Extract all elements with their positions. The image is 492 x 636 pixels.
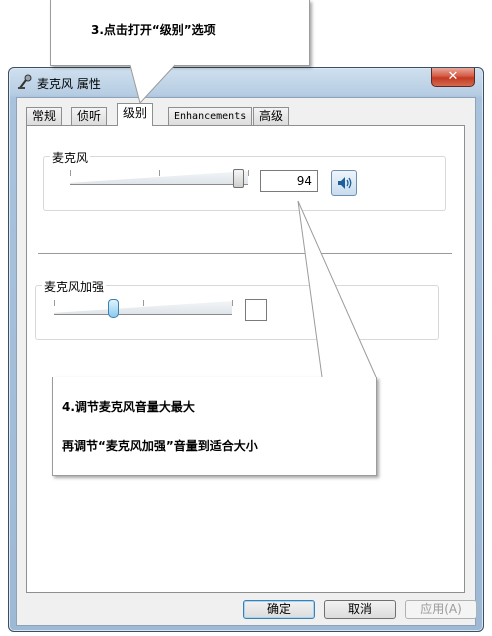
- apply-button-label: 应用(A): [420, 602, 462, 616]
- tab-label: 级别: [123, 106, 148, 120]
- microphone-label: 麦克风: [50, 149, 91, 166]
- callout-step3-text: 3.点击打开“级别”选项: [91, 23, 216, 37]
- slider-tick: [159, 170, 160, 176]
- microphone-icon: [18, 74, 32, 89]
- callout-step4: 4.调节麦克风音量大最大 再调节“麦克风加强”音量到适合大小: [52, 377, 377, 476]
- dialog-client-area: 常规 侦听 级别 Enhancements 高级 麦克风 94 麦克风加强 确定…: [16, 97, 477, 626]
- tab-general[interactable]: 常规: [26, 107, 63, 125]
- callout-step4-line1: 4.调节麦克风音量大最大: [62, 400, 195, 414]
- cancel-button[interactable]: 取消: [324, 600, 396, 619]
- title-bar[interactable]: 麦克风 属性 ✕: [9, 68, 483, 96]
- microphone-slider-line: [70, 184, 248, 185]
- microphone-boost-label: 麦克风加强: [42, 278, 107, 295]
- tab-advanced[interactable]: 高级: [253, 107, 290, 125]
- boost-slider-thumb[interactable]: [108, 299, 119, 318]
- close-icon: ✕: [447, 69, 459, 84]
- microphone-boost-group: 麦克风加强: [35, 278, 439, 340]
- section-separator: [38, 253, 452, 254]
- microphone-level-text: 94: [296, 174, 312, 188]
- properties-window: 麦克风 属性 ✕ 常规 侦听 级别 Enhancements 高级 麦克风 94…: [8, 67, 484, 632]
- tab-label: 常规: [32, 109, 57, 123]
- ok-button-label: 确定: [266, 602, 291, 616]
- tab-label: 高级: [259, 109, 284, 123]
- microphone-mute-button[interactable]: [331, 170, 357, 196]
- window-title: 麦克风 属性: [37, 77, 101, 91]
- tab-label: Enhancements: [174, 111, 247, 122]
- tab-label: 侦听: [77, 109, 102, 123]
- microphone-group: 麦克风 94: [43, 149, 446, 211]
- apply-button[interactable]: 应用(A): [405, 600, 477, 619]
- levels-panel: 麦克风 94 麦克风加强: [26, 125, 465, 593]
- slider-tick: [70, 170, 71, 176]
- callout-step3: 3.点击打开“级别”选项: [50, 0, 310, 66]
- cancel-button-label: 取消: [347, 602, 372, 616]
- ok-button[interactable]: 确定: [243, 600, 315, 619]
- slider-tick: [143, 300, 144, 306]
- tab-levels[interactable]: 级别: [117, 103, 154, 126]
- close-button[interactable]: ✕: [431, 68, 475, 87]
- boost-slider-line: [54, 314, 232, 315]
- slider-tick: [54, 300, 55, 306]
- speaker-icon: [338, 177, 352, 189]
- tab-enhancements[interactable]: Enhancements: [168, 107, 253, 125]
- microphone-slider-thumb[interactable]: [233, 169, 244, 188]
- boost-level-value[interactable]: [245, 299, 267, 321]
- callout-step4-line2: 再调节“麦克风加强”音量到适合大小: [62, 439, 258, 453]
- slider-tick: [232, 300, 233, 306]
- microphone-level-value[interactable]: 94: [260, 170, 318, 192]
- slider-tick: [248, 170, 249, 176]
- tab-listen[interactable]: 侦听: [71, 107, 108, 125]
